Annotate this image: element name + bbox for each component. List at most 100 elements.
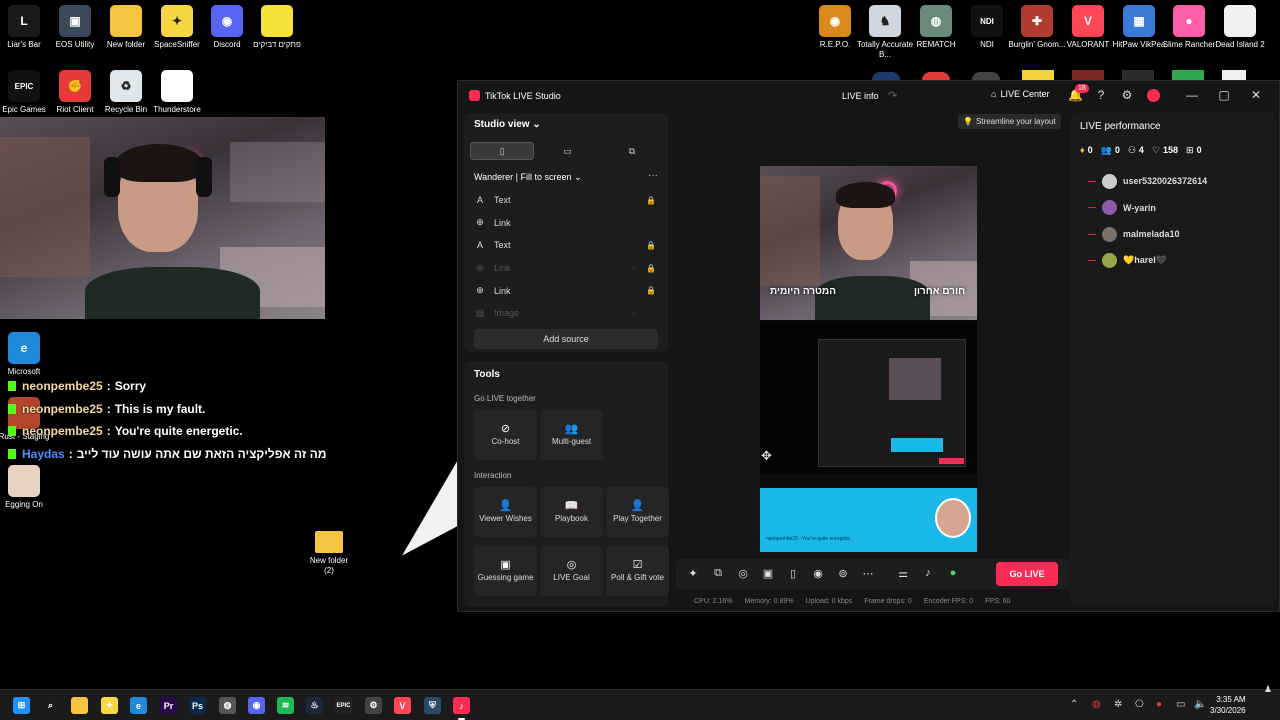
hidden-eye-icon[interactable]: ⌣ [631, 308, 636, 318]
speaker-icon[interactable]: ♪ [920, 567, 936, 579]
edge-icon[interactable]: e [130, 697, 147, 714]
viewer-row[interactable]: — 💛harel🖤 [1088, 253, 1167, 269]
mic-tray-icon[interactable]: ● [1156, 699, 1162, 710]
desktop-icon-burglin-gnom[interactable]: ✚ Burglin' Gnom... [1008, 5, 1066, 50]
tool-poll-gift-vote[interactable]: ☑ Poll & Gift vote [606, 546, 669, 596]
windows-start-icon[interactable]: ⊞ [13, 697, 30, 714]
taskbar-clock[interactable]: 3:35 AM 3/30/2026 [1210, 694, 1246, 716]
source-item[interactable]: ⊕ Link 🔒 [474, 279, 658, 302]
premiere-icon[interactable]: Pr [160, 697, 177, 714]
source-item[interactable]: A Text 🔒 [474, 234, 658, 257]
help-icon[interactable]: ? [1094, 88, 1108, 102]
add-source-button[interactable]: Add source [474, 329, 658, 349]
desktop-icons-row2-partial [866, 70, 1280, 80]
tool-multi-guest[interactable]: 👥 Multi-guest [540, 410, 603, 460]
tool-play-together[interactable]: 👤 Play Together [606, 487, 669, 537]
source-item[interactable]: ⊕ Link ⌣ 🔒 [474, 257, 658, 280]
photoshop-icon[interactable]: Ps [189, 697, 206, 714]
go-live-button[interactable]: Go LIVE [996, 562, 1058, 586]
chevron-up-icon[interactable]: ⌃ [1070, 699, 1078, 710]
lock-icon[interactable]: 🔒 [646, 241, 656, 250]
camera-icon[interactable]: ⊚ [835, 567, 851, 580]
scene-selector[interactable]: Wanderer | Fill to screen ⌄ [474, 172, 582, 183]
volume-icon[interactable]: 🔈 [1194, 699, 1206, 710]
source-item[interactable]: ⊕ Link [474, 212, 658, 235]
more-options-icon[interactable]: ··· [648, 170, 658, 181]
battle-app-icon[interactable]: ⛨ [424, 697, 441, 714]
desktop-icon-thunderstore[interactable]: Thunderstore [148, 70, 206, 115]
live-info-button[interactable]: LIVE info [842, 91, 879, 101]
desktop-icon-totally-accurate-b[interactable]: ♞ Totally Accurate B... [856, 5, 914, 60]
desktop-icon-valorant[interactable]: V VALORANT [1059, 5, 1117, 50]
close-icon[interactable]: ✕ [1249, 88, 1263, 102]
move-icon[interactable]: ✥ [761, 448, 772, 464]
lock-icon[interactable]: 🔒 [646, 196, 656, 205]
avatar [1102, 173, 1117, 189]
desktop-icon-item[interactable]: פתקים דביקים [248, 5, 306, 50]
tray-settings-icon[interactable]: ✲ [1114, 699, 1122, 710]
record-icon[interactable]: ◉ [810, 567, 826, 580]
valorant-taskbar-icon[interactable]: V [394, 697, 411, 714]
stream-preview[interactable]: המטרה היומית חורם אחרון neonpembe25 : Yo… [760, 166, 977, 552]
preview-screen-capture [760, 321, 977, 474]
desktop-icon-dead-island-2[interactable]: Dead Island 2 [1211, 5, 1269, 50]
network-icon[interactable]: ▭ [1176, 699, 1185, 710]
viewer-row[interactable]: — user5320026372614 [1088, 173, 1207, 189]
desktop-icon-new-folder-2[interactable]: New folder (2) [309, 531, 349, 576]
tool-guessing-game[interactable]: ▣ Guessing game [474, 546, 537, 596]
screen-share-icon[interactable]: ⧉ [710, 567, 726, 580]
metric-value: 158 [1163, 145, 1179, 155]
lock-icon[interactable]: 🔒 [646, 264, 656, 273]
tray-app-icon[interactable]: ◍ [1092, 699, 1101, 710]
share-icon[interactable]: ↷ [888, 89, 897, 102]
tool-live-goal[interactable]: ◎ LIVE Goal [540, 546, 603, 596]
desktop-icon-recycle-bin[interactable]: ♻ Recycle Bin [97, 70, 155, 115]
landscape-view-tab[interactable]: ▭ [536, 142, 598, 160]
microphone-icon[interactable]: ● [945, 567, 961, 579]
effects-icon[interactable]: ◎ [735, 567, 751, 580]
portrait-view-tab[interactable]: ▯ [470, 142, 535, 160]
desktop-icon-egging-on[interactable]: Egging On [0, 465, 53, 510]
tool-viewer-wishes[interactable]: 👤 Viewer Wishes [474, 487, 537, 537]
streamline-layout-hint[interactable]: 💡 Streamline your layout [958, 114, 1061, 129]
maximize-icon[interactable]: ▢ [1217, 88, 1231, 102]
source-item[interactable]: ▨ Image ⌣ [474, 302, 658, 325]
discord-taskbar-icon[interactable]: ◉ [248, 697, 265, 714]
viewer-row[interactable]: — W-yarin [1088, 200, 1156, 216]
hidden-eye-icon[interactable]: ⌣ [631, 263, 636, 273]
dual-view-tab[interactable]: ⧉ [601, 142, 663, 160]
tool-playbook[interactable]: 📖 Playbook [540, 487, 603, 537]
lock-icon[interactable]: 🔒 [646, 286, 656, 295]
spotify-icon[interactable]: ≋ [277, 697, 294, 714]
steam-icon[interactable]: ♨ [306, 697, 323, 714]
search-icon[interactable]: ⌕ [42, 697, 59, 714]
more-icon[interactable]: ⋯ [860, 567, 876, 580]
source-item[interactable]: A Text 🔒 [474, 189, 658, 212]
controller-icon[interactable]: ⎔ [1135, 699, 1144, 710]
epic-games-taskbar-icon[interactable]: EPIC [335, 697, 352, 714]
settings-sliders-icon[interactable]: ⚌ [895, 567, 911, 580]
desktop-icon-rematch[interactable]: ◍ REMATCH [907, 5, 965, 50]
notification-icon[interactable]: ♟ [1264, 684, 1272, 695]
spacesniffer-taskbar-icon[interactable]: ✦ [101, 697, 118, 714]
desktop-icon-riot-client[interactable]: ✊ Riot Client [46, 70, 104, 115]
desktop-icon-microsoft[interactable]: e Microsoft [0, 332, 53, 377]
tiktok-live-studio-taskbar-icon[interactable]: ♪ [453, 697, 470, 720]
gear-icon[interactable]: ⚙ [1120, 88, 1134, 102]
overlay-icon[interactable]: ▣ [760, 567, 776, 580]
chat-separator: : [106, 401, 111, 416]
desktop-icon-eos-utility[interactable]: ▣ EOS Utility [46, 5, 104, 50]
tool-co-host[interactable]: ⊘ Co-host [474, 410, 537, 460]
file-explorer-icon[interactable] [71, 697, 88, 714]
studio-view-dropdown[interactable]: Studio view ⌄ [474, 119, 541, 130]
chrome-icon[interactable]: ◍ [219, 697, 236, 714]
desktop-icon-slime-rancher[interactable]: ● Slime Rancher [1160, 5, 1218, 50]
live-center-button[interactable]: ⌂ LIVE Center [991, 89, 1049, 99]
viewer-row[interactable]: — malmelada10 [1088, 226, 1180, 242]
magic-wand-icon[interactable]: ✦ [685, 567, 701, 580]
minimize-icon[interactable]: — [1185, 88, 1199, 102]
phone-icon[interactable]: ▯ [785, 567, 801, 580]
avatar[interactable] [1147, 89, 1160, 102]
settings-taskbar-icon[interactable]: ⚙ [365, 697, 382, 714]
desktop-icon-new-folder[interactable]: New folder [97, 5, 155, 50]
